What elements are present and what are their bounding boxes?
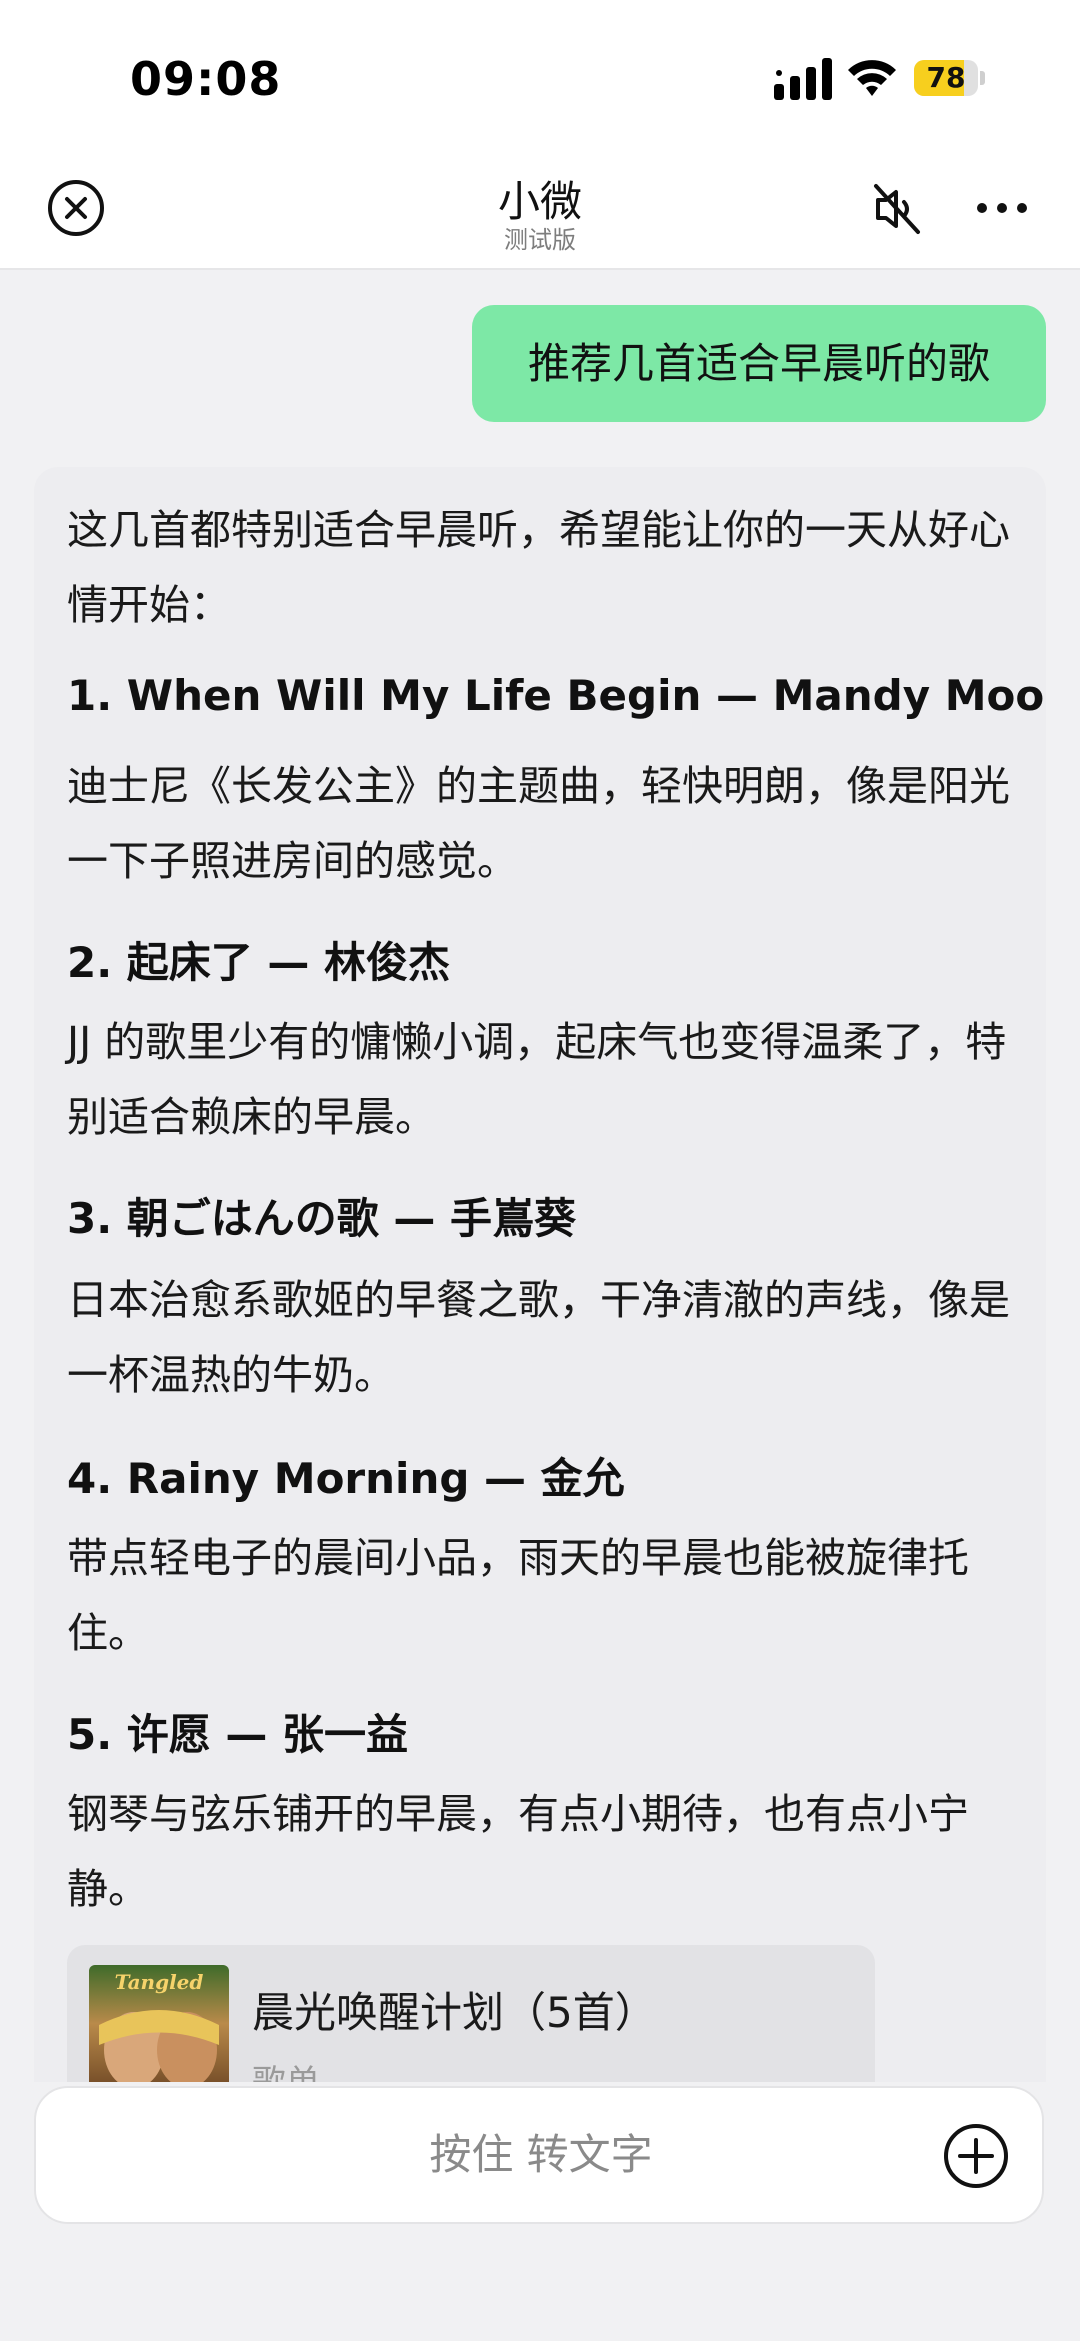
cover-title-text: Tangled [115, 1970, 204, 1994]
wifi-icon [848, 60, 896, 96]
more-icon[interactable] [974, 188, 1030, 228]
playlist-cover-image: Tangled [89, 1965, 229, 2095]
song-description: JJ 的歌里少有的慵懒小调，起床气也变得温柔了，特别适合赖床的早晨。 [67, 1018, 1007, 1141]
nav-bar: 小微 测试版 [0, 150, 1080, 270]
status-bar: 09:08 78 [0, 0, 1080, 150]
playlist-title: 晨光唤醒计划（5首） [252, 1988, 657, 2037]
song-heading: 2. 起床了 — 林俊杰 [67, 938, 451, 987]
song-heading: 1. When Will My Life Begin — Mandy Moore [67, 671, 1046, 720]
song-heading: 4. Rainy Morning — 金允 [67, 1454, 625, 1503]
song-heading: 5. 许愿 — 张一益 [67, 1710, 409, 1759]
song-description: 带点轻电子的晨间小品，雨天的早晨也能被旋律托住。 [67, 1534, 969, 1657]
cellular-signal-icon [774, 58, 832, 100]
assistant-reply-card: 这几首都特别适合早晨听，希望能让你的一天从好心情开始： 1. When Will… [34, 467, 1046, 2107]
battery-level: 78 [926, 61, 966, 94]
song-description: 钢琴与弦乐铺开的早晨，有点小期待，也有点小宁静。 [67, 1790, 969, 1913]
plus-icon[interactable] [942, 2122, 1010, 2190]
song-description: 日本治愈系歌姬的早餐之歌，干净清澈的声线，像是一杯温热的牛奶。 [67, 1276, 1010, 1399]
hold-to-talk-button[interactable]: 按住 转文字 [34, 2086, 1044, 2224]
hold-to-talk-label: 按住 转文字 [429, 2130, 653, 2179]
song-description: 迪士尼《长发公主》的主题曲，轻快明朗，像是阳光一下子照进房间的感觉。 [67, 762, 1010, 885]
song-heading: 3. 朝ごはんの歌 — 手嶌葵 [67, 1194, 577, 1243]
battery-icon: 78 [914, 60, 985, 96]
status-time: 09:08 [130, 52, 282, 106]
mute-icon[interactable] [868, 180, 926, 238]
reply-intro: 这几首都特别适合早晨听，希望能让你的一天从好心情开始： [67, 506, 1010, 629]
user-message-bubble[interactable]: 推荐几首适合早晨听的歌 [472, 305, 1046, 422]
